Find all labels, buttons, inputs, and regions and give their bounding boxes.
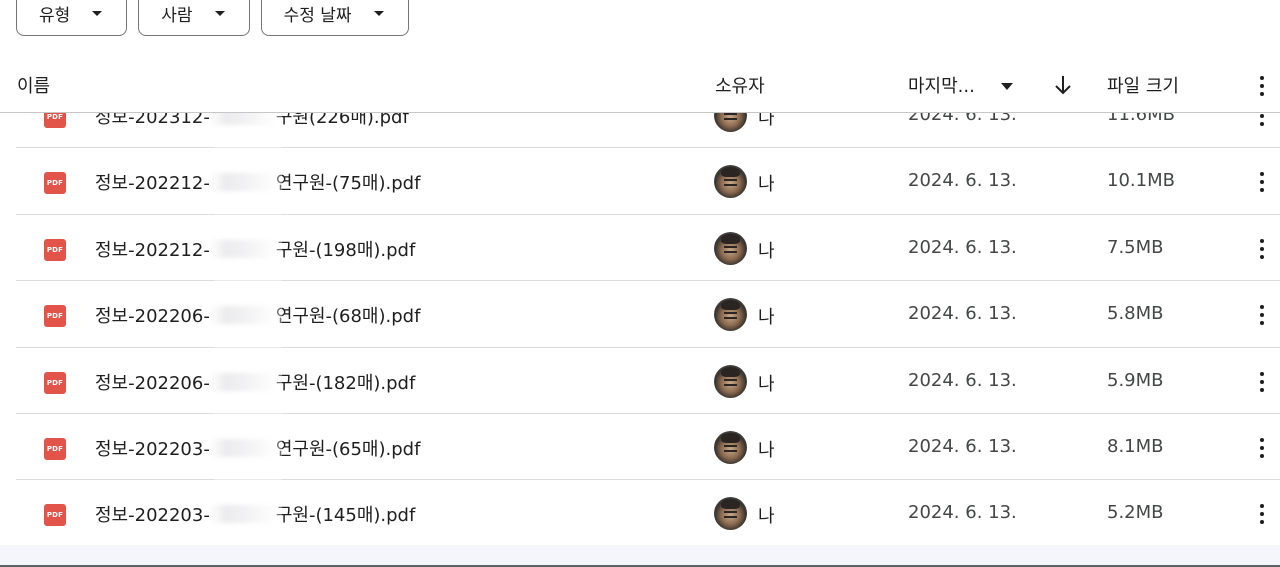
avatar bbox=[714, 497, 747, 531]
owner-name: 나 bbox=[758, 307, 775, 329]
file-name-suffix: 구원-(145매).pdf bbox=[275, 505, 416, 527]
filter-people-label: 사람 bbox=[161, 5, 193, 26]
modified-date: 2024. 6. 13. bbox=[908, 236, 1017, 258]
file-size: 5.9MB bbox=[1107, 369, 1164, 391]
avatar bbox=[714, 231, 747, 265]
more-vert-icon[interactable] bbox=[1259, 238, 1265, 259]
modified-date: 2024. 6. 13. bbox=[908, 369, 1017, 391]
pdf-icon: PDF bbox=[44, 504, 66, 527]
file-name-suffix: 연구원-(75매).pdf bbox=[275, 173, 421, 195]
owner-name: 나 bbox=[758, 174, 775, 196]
dropdown-caret-icon bbox=[92, 11, 103, 16]
file-rows: PDF 정보-202312- 구원(226매).pdf 나 2024. 6. 13… bbox=[16, 82, 1280, 545]
table-header: 이름 소유자 마지막... 파일 크기 bbox=[0, 58, 1280, 113]
more-vert-icon[interactable] bbox=[1259, 76, 1265, 96]
avatar bbox=[714, 165, 747, 199]
filter-modified-label: 수정 날짜 bbox=[283, 5, 352, 26]
table-row[interactable]: PDF 정보-202206- 구원-(182매).pdf 나 2024. 6. 1… bbox=[16, 348, 1280, 414]
column-header-owner[interactable]: 소유자 bbox=[715, 72, 765, 98]
file-name[interactable]: 정보-202203- 구원-(145매).pdf bbox=[95, 501, 415, 527]
file-size: 5.2MB bbox=[1107, 502, 1164, 524]
arrow-down-icon[interactable] bbox=[1053, 74, 1073, 96]
table-row[interactable]: PDF 정보-202212- 구원-(198매).pdf 나 2024. 6. 1… bbox=[16, 215, 1280, 282]
file-name-suffix: 연구원-(68매).pdf bbox=[275, 306, 421, 328]
dropdown-caret-icon bbox=[373, 11, 384, 16]
redacted-text bbox=[209, 505, 276, 524]
dropdown-caret-icon bbox=[214, 11, 225, 16]
filter-type-label: 유형 bbox=[39, 5, 71, 26]
file-list-panel: 유형 사람 수정 날짜 이름 소유자 마지막... 파일 크기 PDF 정보-2… bbox=[0, 0, 1280, 545]
avatar bbox=[714, 298, 747, 332]
modified-date: 2024. 6. 13. bbox=[908, 435, 1017, 457]
avatar bbox=[714, 364, 747, 398]
column-header-name[interactable]: 이름 bbox=[17, 72, 50, 98]
file-name[interactable]: 정보-202203- 연구원-(65매).pdf bbox=[95, 435, 420, 461]
owner-name: 나 bbox=[758, 439, 775, 461]
pdf-icon: PDF bbox=[44, 371, 66, 394]
redacted-text bbox=[209, 372, 276, 391]
column-header-size[interactable]: 파일 크기 bbox=[1107, 72, 1179, 98]
owner-name: 나 bbox=[758, 373, 775, 395]
file-name-prefix: 정보-202203- bbox=[95, 505, 210, 527]
filter-people-chip[interactable]: 사람 bbox=[138, 0, 250, 36]
redacted-text bbox=[209, 306, 276, 325]
modified-date: 2024. 6. 13. bbox=[908, 502, 1017, 524]
file-name-prefix: 정보-202212- bbox=[95, 173, 210, 195]
table-row[interactable]: PDF 정보-202212- 연구원-(75매).pdf 나 2024. 6. 1… bbox=[16, 148, 1280, 215]
pdf-icon: PDF bbox=[44, 238, 66, 261]
filter-modified-chip[interactable]: 수정 날짜 bbox=[260, 0, 409, 36]
file-size: 5.8MB bbox=[1107, 303, 1164, 325]
more-vert-icon[interactable] bbox=[1259, 371, 1265, 392]
file-name-suffix: 구원-(182매).pdf bbox=[275, 372, 416, 394]
file-name-suffix: 연구원-(65매).pdf bbox=[275, 438, 421, 460]
file-name[interactable]: 정보-202212- 연구원-(75매).pdf bbox=[95, 169, 420, 195]
file-name-suffix: 구원-(198매).pdf bbox=[275, 239, 416, 261]
filter-type-chip[interactable]: 유형 bbox=[16, 0, 128, 36]
file-size: 7.5MB bbox=[1107, 236, 1164, 258]
file-name[interactable]: 정보-202206- 구원-(182매).pdf bbox=[95, 369, 415, 395]
filter-bar: 유형 사람 수정 날짜 bbox=[16, 0, 409, 36]
file-name-prefix: 정보-202206- bbox=[95, 372, 210, 394]
file-name-prefix: 정보-202203- bbox=[95, 438, 210, 460]
file-name[interactable]: 정보-202206- 연구원-(68매).pdf bbox=[95, 302, 420, 328]
more-vert-icon[interactable] bbox=[1259, 305, 1265, 326]
file-size: 10.1MB bbox=[1107, 170, 1175, 192]
owner-name: 나 bbox=[758, 506, 775, 528]
sort-options-caret-icon[interactable] bbox=[1001, 83, 1013, 90]
more-vert-icon[interactable] bbox=[1259, 504, 1265, 525]
pdf-icon: PDF bbox=[44, 172, 66, 195]
file-name-prefix: 정보-202206- bbox=[95, 306, 210, 328]
table-row[interactable]: PDF 정보-202203- 구원-(145매).pdf 나 2024. 6. 1… bbox=[16, 480, 1280, 545]
more-vert-icon[interactable] bbox=[1259, 172, 1265, 193]
avatar bbox=[714, 430, 747, 464]
more-vert-icon[interactable] bbox=[1259, 437, 1265, 458]
redacted-text bbox=[209, 438, 276, 457]
file-name-prefix: 정보-202212- bbox=[95, 239, 210, 261]
file-size: 8.1MB bbox=[1107, 435, 1164, 457]
column-header-modified[interactable]: 마지막... bbox=[908, 72, 975, 98]
file-name[interactable]: 정보-202212- 구원-(198매).pdf bbox=[95, 236, 415, 262]
table-row[interactable]: PDF 정보-202206- 연구원-(68매).pdf 나 2024. 6. 1… bbox=[16, 281, 1280, 348]
redacted-text bbox=[209, 173, 276, 192]
owner-name: 나 bbox=[758, 240, 775, 262]
table-row[interactable]: PDF 정보-202203- 연구원-(65매).pdf 나 2024. 6. 1… bbox=[16, 414, 1280, 481]
pdf-icon: PDF bbox=[44, 437, 66, 460]
modified-date: 2024. 6. 13. bbox=[908, 170, 1017, 192]
redacted-text bbox=[209, 239, 276, 258]
pdf-icon: PDF bbox=[44, 305, 66, 328]
modified-date: 2024. 6. 13. bbox=[908, 303, 1017, 325]
